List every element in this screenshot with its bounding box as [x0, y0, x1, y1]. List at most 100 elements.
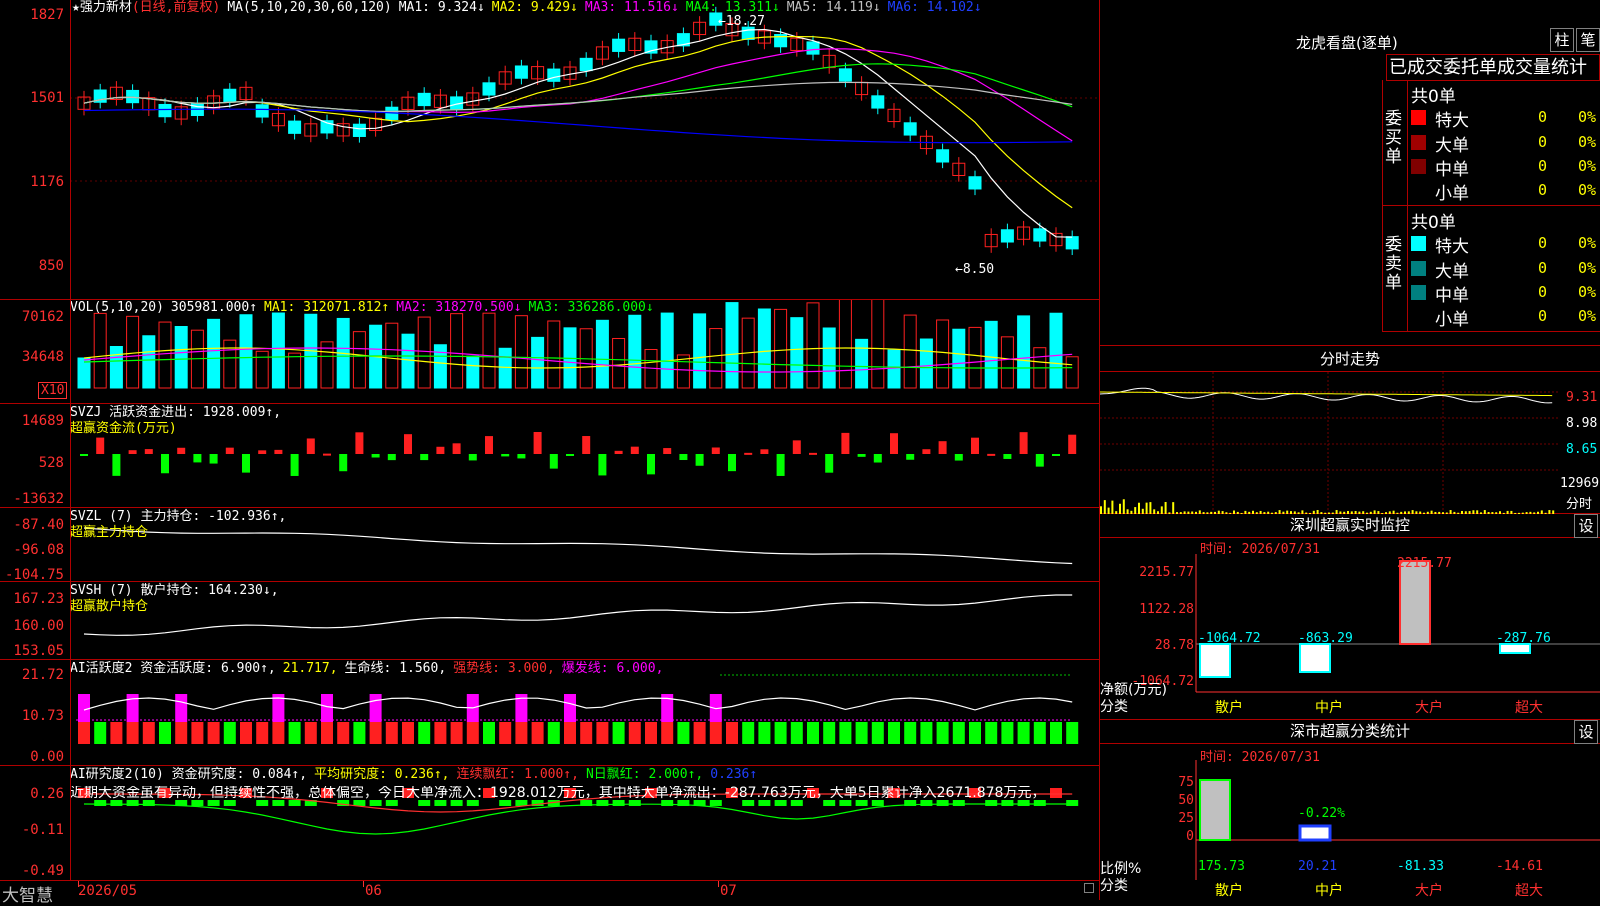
candle-body	[159, 104, 171, 116]
date-label: 06	[365, 883, 382, 899]
intraday-vol-bar	[1165, 502, 1167, 514]
y-tick: 160.00	[0, 618, 64, 634]
ai-research-chart[interactable]	[0, 766, 1100, 880]
ma5-value: MA5: 14.119↓	[787, 0, 881, 15]
flow-bar	[469, 454, 477, 460]
stock-title: ★强力新材	[72, 0, 132, 15]
activity-bar	[353, 722, 365, 744]
sell-row-count: 0	[1538, 259, 1547, 277]
candle-body	[742, 27, 754, 39]
volume-bar	[694, 314, 706, 388]
activity-bar	[613, 722, 625, 744]
ai2-header: AI研究度2(10) 资金研究度: 0.084↑, 平均研究度: 0.236↑, 连…	[70, 768, 764, 782]
candle-body	[839, 69, 851, 81]
vol-ma1: MA1: 312071.812↑	[264, 300, 389, 315]
activity-bar	[904, 722, 916, 744]
research-bar	[272, 800, 284, 806]
tab-order-stats[interactable]: 已成交委托单成交量统计	[1386, 54, 1600, 81]
dragon-tiger-panel: 龙虎看盘(逐单) 柱 笔 已成交委托单成交量统计 委买单 共0单 特大 0 0%…	[1100, 0, 1600, 346]
ai-activity-panel[interactable]: AI活跃度2 资金活跃度: 6.900↑, 21.717, 生命线: 1.560, 强…	[0, 660, 1100, 766]
volume-bar	[953, 329, 965, 388]
fs-y-tick: 8.98	[1566, 416, 1597, 431]
activity-bar	[272, 722, 284, 744]
position-line	[84, 595, 1072, 635]
divider	[1407, 80, 1408, 206]
sz-monitor-chart	[1100, 514, 1600, 720]
activity-bar	[127, 722, 139, 744]
m1-y-tick: 1122.28	[1110, 602, 1194, 617]
ai1-v3: 生命线: 1.560,	[345, 661, 447, 676]
ai-research-panel[interactable]: AI研究度2(10) 资金研究度: 0.084↑, 平均研究度: 0.236↑, 连…	[0, 766, 1100, 880]
sell-row-pct: 0%	[1578, 307, 1596, 325]
svzl-label: SVZL (7) 主力持仓: -102.936↑,	[70, 510, 286, 524]
svzl-panel[interactable]: SVZL (7) 主力持仓: -102.936↑, 超赢主力持仓 -87.40 …	[0, 508, 1100, 582]
svzj-panel[interactable]: SVZJ 活跃资金进出: 1928.009↑, 超赢资金流(万元) 14689 …	[0, 404, 1100, 508]
buy-row-label: 特大	[1435, 106, 1469, 131]
date-label: 2026/05	[78, 883, 137, 899]
volume-bar	[353, 332, 365, 388]
ma2-line	[84, 37, 1072, 208]
activity-bar	[418, 722, 430, 744]
sell-row-label: 大单	[1435, 257, 1469, 282]
volume-bar	[920, 339, 932, 388]
intraday-vol-bar	[1149, 502, 1151, 514]
activity-bar	[823, 722, 835, 744]
candle-panel[interactable]: ★强力新材(日线,前复权) MA(5,10,20,30,60,120) MA1: 9…	[0, 0, 1100, 300]
intraday-panel[interactable]: 分时走势 9.31 8.98 8.65 12969 分时	[1100, 346, 1600, 514]
legend-swatch	[1411, 285, 1426, 300]
candle-body	[969, 177, 981, 189]
research-bar	[386, 800, 398, 806]
sell-group-label: 委卖单	[1385, 236, 1405, 293]
ma4-line	[84, 64, 1072, 112]
tick-mode-button[interactable]: 笔	[1576, 28, 1600, 52]
fs-y-tick: 9.31	[1566, 390, 1597, 405]
ai2-v4: N日飘红: 2.000↑,	[586, 767, 703, 782]
sell-row-count: 0	[1538, 234, 1547, 252]
intraday-chart[interactable]	[1100, 372, 1600, 514]
activity-bar	[78, 694, 90, 722]
buy-row-pct: 0%	[1578, 181, 1596, 199]
flow-bar	[517, 454, 525, 458]
flow-bar	[323, 454, 331, 456]
svsh-panel[interactable]: SVSH (7) 散户持仓: 164.230↓, 超赢散户持仓 167.23 1…	[0, 582, 1100, 660]
sell-total: 共0单	[1411, 208, 1456, 233]
lock-icon[interactable]	[1084, 883, 1094, 893]
volume-bar	[127, 316, 139, 388]
activity-bar	[94, 722, 106, 744]
volume-chart[interactable]	[0, 300, 1100, 404]
volume-bar	[710, 329, 722, 388]
candle-chart[interactable]	[0, 0, 1100, 300]
svsh-sub: 超赢散户持仓	[70, 600, 148, 614]
m2-y-tick: 50	[1160, 793, 1194, 808]
research-bar	[742, 800, 754, 806]
activity-bar	[839, 722, 851, 744]
bar-mode-button[interactable]: 柱	[1550, 28, 1574, 52]
activity-bar	[937, 722, 949, 744]
y-axis-line	[70, 0, 71, 880]
volume-bar	[1050, 313, 1062, 388]
price-line	[1100, 388, 1552, 403]
volume-panel[interactable]: VOL(5,10,20) 305981.000↑ MA1: 312071.812↑ M…	[0, 300, 1100, 404]
volume-bar	[969, 327, 981, 388]
ai2-label: AI研究度2(10) 资金研究度: 0.084↑,	[70, 767, 307, 782]
research-bar	[856, 800, 868, 806]
flow-bar	[1003, 454, 1011, 459]
activity-bar	[807, 722, 819, 744]
ai1-label: AI活跃度2 资金活跃度: 6.900↑,	[70, 661, 276, 676]
research-bar	[94, 800, 106, 806]
legend-swatch	[1411, 261, 1426, 276]
activity-bar	[1034, 722, 1046, 744]
flow-bar	[728, 454, 736, 471]
m2-cat: 中户	[1315, 880, 1343, 900]
activity-bar	[370, 694, 382, 722]
research-bar	[823, 800, 835, 806]
m2-bar-value: -81.33	[1397, 859, 1444, 874]
date-tick	[363, 881, 364, 887]
activity-bar	[467, 722, 479, 744]
intraday-vol-bar	[1119, 504, 1121, 514]
vol-label: VOL(5,10,20)	[70, 300, 164, 315]
svzl-sub: 超赢主力持仓	[70, 526, 148, 540]
sell-block: 委卖单 共0单 特大 0 0% 大单 0 0% 中单 0 0% 小单 0 0%	[1382, 206, 1600, 332]
activity-bar	[548, 722, 560, 744]
activity-bar	[564, 694, 576, 722]
